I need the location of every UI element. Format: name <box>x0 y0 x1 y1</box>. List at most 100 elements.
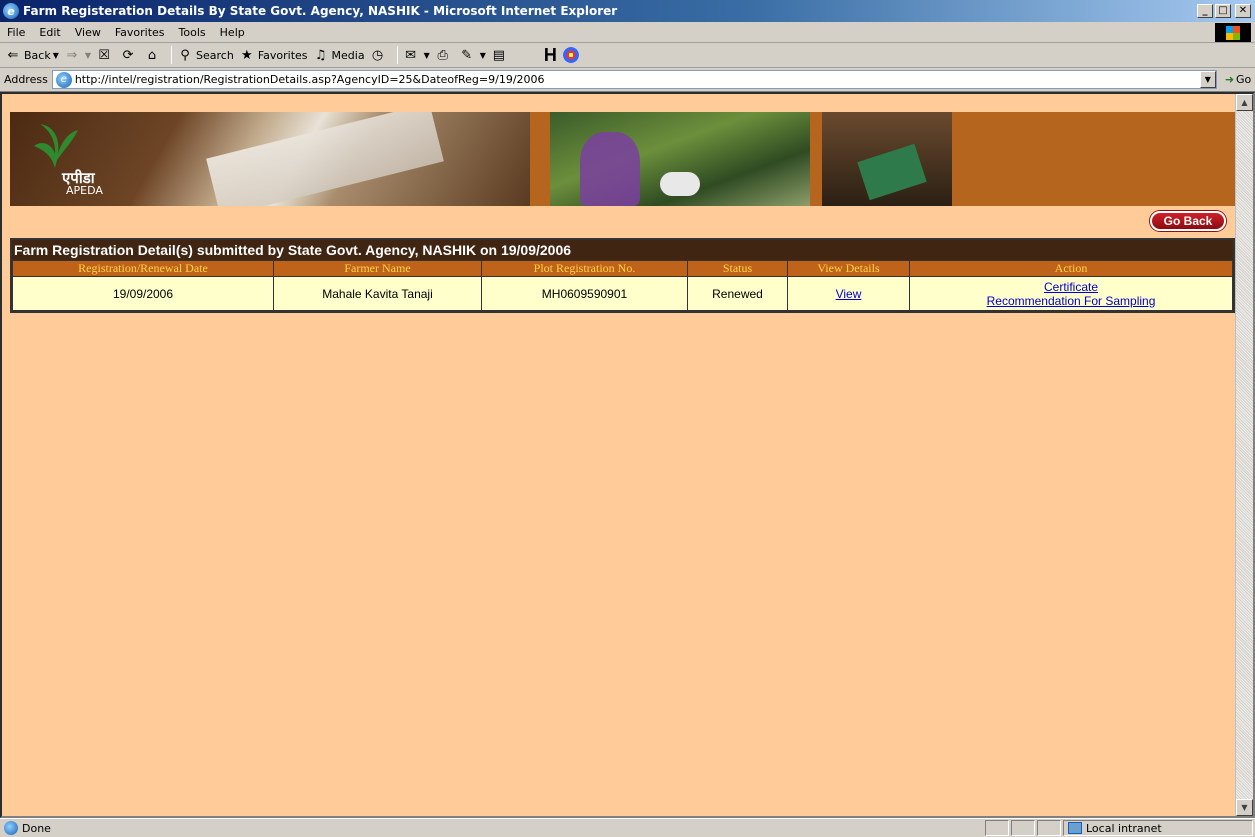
stop-icon: ☒ <box>98 47 110 63</box>
windows-logo-icon <box>1215 23 1251 42</box>
col-header-plot: Plot Registration No. <box>481 260 688 277</box>
favorites-label: Favorites <box>257 48 308 62</box>
minimize-button[interactable]: _ <box>1197 4 1213 18</box>
registration-table-block: Farm Registration Detail(s) submitted by… <box>10 238 1235 313</box>
registration-table: Registration/Renewal Date Farmer Name Pl… <box>12 260 1233 311</box>
toolbar-separator <box>171 46 173 64</box>
address-dropdown-icon[interactable]: ▼ <box>1199 71 1216 88</box>
status-cell <box>1037 820 1061 836</box>
back-arrow-icon: ⇐ <box>7 47 19 63</box>
cell-status: Renewed <box>687 276 788 311</box>
home-button[interactable]: ⌂ <box>143 46 163 64</box>
cell-action: Certificate Recommendation For Sampling <box>909 276 1233 311</box>
page-content: एपीडा APEDA Go Back Farm Registration De… <box>2 94 1235 816</box>
logo-english-text: APEDA <box>66 184 103 197</box>
address-input[interactable] <box>74 73 1200 86</box>
scroll-up-icon[interactable]: ▲ <box>1236 94 1253 111</box>
refresh-button[interactable]: ⟳ <box>119 46 139 64</box>
favorites-icon: ★ <box>241 47 253 63</box>
edit-dropdown-icon[interactable]: ▼ <box>480 51 486 60</box>
banner-photo-grapes <box>550 112 810 206</box>
menu-favorites[interactable]: Favorites <box>108 26 172 39</box>
zone-text: Local intranet <box>1086 821 1162 835</box>
apeda-logo: एपीडा APEDA <box>20 120 110 198</box>
go-arrow-icon: ➜ <box>1224 73 1235 86</box>
menu-file[interactable]: File <box>0 26 32 39</box>
maximize-button[interactable]: □ <box>1215 4 1231 18</box>
messenger-icon[interactable] <box>562 47 579 63</box>
browser-viewport: एपीडा APEDA Go Back Farm Registration De… <box>0 92 1255 818</box>
forward-button[interactable]: ⇒ ▼ <box>63 46 91 64</box>
status-cell <box>985 820 1009 836</box>
discuss-icon: ▤ <box>492 47 506 63</box>
col-header-status: Status <box>687 260 788 277</box>
col-header-date: Registration/Renewal Date <box>12 260 274 277</box>
print-icon: ⎙ <box>437 47 448 63</box>
history-icon: ◷ <box>371 47 384 63</box>
go-label: Go <box>1236 73 1252 86</box>
page-icon: e <box>55 71 72 88</box>
back-dropdown-icon[interactable]: ▼ <box>53 51 59 60</box>
banner-photo-workers <box>822 112 952 206</box>
address-box: e ▼ <box>51 70 1217 89</box>
toolbar-separator <box>396 46 398 64</box>
menu-help[interactable]: Help <box>213 26 252 39</box>
menu-bar: File Edit View Favorites Tools Help <box>0 22 1255 43</box>
go-back-button[interactable]: Go Back <box>1150 211 1226 231</box>
window-title: Farm Registeration Details By State Govt… <box>23 4 618 18</box>
intranet-icon <box>1068 822 1082 834</box>
search-label: Search <box>196 48 234 62</box>
cell-date: 19/09/2006 <box>12 276 274 311</box>
discuss-button[interactable]: ▤ <box>490 46 510 64</box>
media-label: Media <box>331 48 365 62</box>
media-icon: ♫ <box>314 47 327 63</box>
ie-logo-icon: e <box>3 3 19 19</box>
go-button[interactable]: ➜ Go <box>1225 73 1251 86</box>
leaf-logo-icon <box>34 124 78 168</box>
print-button[interactable]: ⎙ <box>434 46 454 64</box>
status-text: Done <box>22 821 51 835</box>
edit-icon: ✎ <box>461 47 473 63</box>
table-row: 19/09/2006 Mahale Kavita Tanaji MH060959… <box>12 276 1233 311</box>
status-bar: Done Local intranet <box>0 818 1255 837</box>
status-cell <box>1011 820 1035 836</box>
mail-dropdown-icon[interactable]: ▼ <box>424 51 430 60</box>
recommendation-sampling-link[interactable]: Recommendation For Sampling <box>910 294 1232 308</box>
search-button[interactable]: ⚲ Search <box>176 46 234 64</box>
col-header-farmer: Farmer Name <box>273 260 482 277</box>
home-icon: ⌂ <box>147 47 157 63</box>
address-label: Address <box>4 73 48 86</box>
cell-farmer: Mahale Kavita Tanaji <box>273 276 482 311</box>
edit-button[interactable]: ✎ ▼ <box>458 46 486 64</box>
close-button[interactable]: ✕ <box>1235 4 1251 18</box>
media-button[interactable]: ♫ Media <box>312 46 365 64</box>
cell-plot-no: MH0609590901 <box>481 276 688 311</box>
view-link[interactable]: View <box>788 287 909 301</box>
menu-edit[interactable]: Edit <box>32 26 67 39</box>
cell-view: View <box>787 276 910 311</box>
back-label: Back <box>24 48 51 62</box>
menu-tools[interactable]: Tools <box>172 26 213 39</box>
table-header-row: Registration/Renewal Date Farmer Name Pl… <box>12 260 1233 277</box>
scroll-down-icon[interactable]: ▼ <box>1236 799 1253 816</box>
h-button[interactable]: H <box>544 45 557 66</box>
address-bar: Address e ▼ ➜ Go <box>0 68 1255 92</box>
stop-button[interactable]: ☒ <box>95 46 115 64</box>
apeda-banner: एपीडा APEDA <box>10 112 1235 206</box>
title-bar: e Farm Registeration Details By State Go… <box>0 0 1255 22</box>
mail-icon: ✉ <box>405 47 417 63</box>
toolbar: ⇐ Back ▼ ⇒ ▼ ☒ ⟳ ⌂ ⚲ Search ★ Favorites … <box>0 43 1255 68</box>
mail-button[interactable]: ✉ ▼ <box>402 46 430 64</box>
history-button[interactable]: ◷ <box>369 46 389 64</box>
menu-view[interactable]: View <box>68 26 108 39</box>
back-button[interactable]: ⇐ Back ▼ <box>4 46 59 64</box>
security-zone: Local intranet <box>1063 820 1253 836</box>
refresh-icon: ⟳ <box>122 47 134 63</box>
forward-dropdown-icon[interactable]: ▼ <box>85 51 91 60</box>
favorites-button[interactable]: ★ Favorites <box>238 46 308 64</box>
vertical-scrollbar[interactable]: ▲ ▼ <box>1235 94 1253 816</box>
certificate-link[interactable]: Certificate <box>910 280 1232 294</box>
page-status-icon <box>4 821 18 835</box>
col-header-action: Action <box>909 260 1233 277</box>
col-header-view: View Details <box>787 260 910 277</box>
